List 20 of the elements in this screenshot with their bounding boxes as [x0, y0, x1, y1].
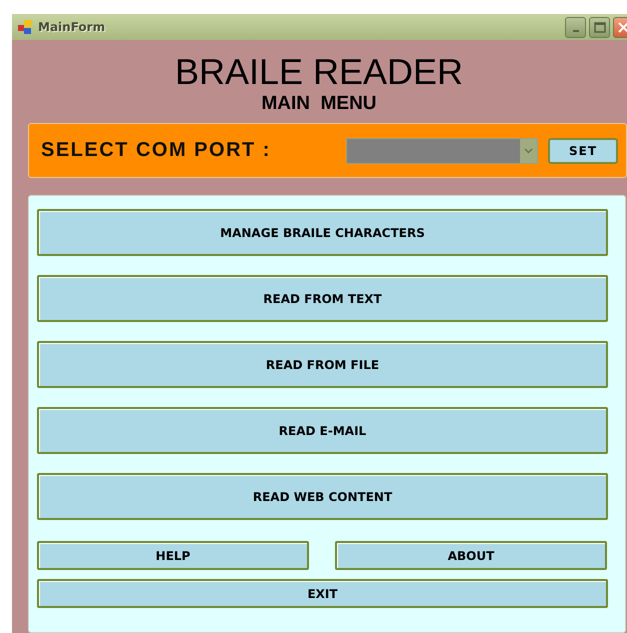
menu-subheading: MAIN MENU [261, 92, 377, 116]
menu-button[interactable]: HELP [37, 541, 309, 570]
minimize-button[interactable] [565, 16, 586, 38]
menu-button[interactable]: READ FROM FILE [37, 341, 608, 388]
menu-button[interactable]: READ FROM TEXT [37, 275, 608, 322]
close-icon [618, 22, 627, 32]
menu-button[interactable]: ABOUT [335, 541, 607, 570]
menu-button[interactable]: READ WEB CONTENT [37, 473, 608, 520]
menu-button[interactable]: READ E-MAIL [37, 407, 608, 454]
window-title: MainForm [38, 20, 106, 34]
set-button[interactable]: SET [548, 138, 618, 164]
menu-button[interactable]: MANAGE BRAILE CHARACTERS [37, 209, 608, 256]
exit-button[interactable]: EXIT [37, 579, 608, 608]
com-port-label: SELECT COM PORT : [41, 139, 272, 162]
minimize-icon [572, 30, 578, 32]
app-heading: BRAILE READER [174, 52, 464, 92]
app-icon [18, 20, 32, 34]
maximize-icon [594, 22, 606, 32]
chevron-down-icon [524, 148, 533, 154]
maximize-button[interactable] [589, 16, 610, 38]
